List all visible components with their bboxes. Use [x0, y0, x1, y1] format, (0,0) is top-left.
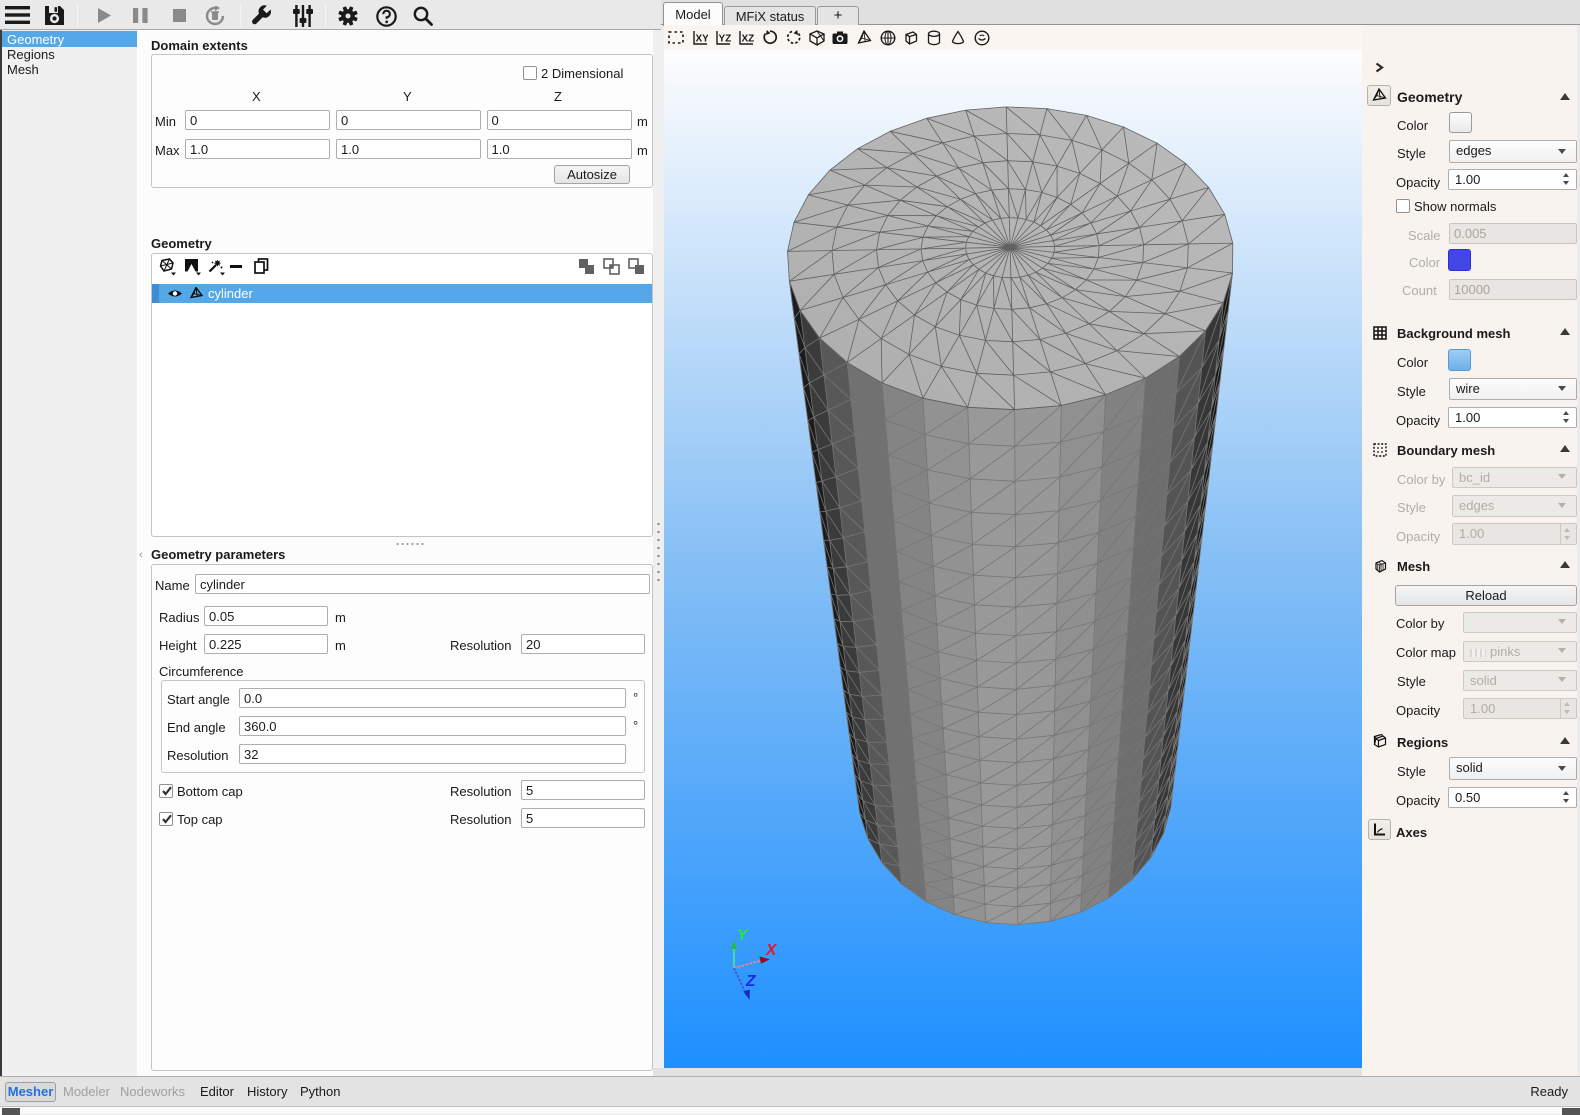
svg-text:X: X: [765, 942, 778, 959]
svg-text:XY: XY: [696, 34, 709, 45]
svg-text:Y: Y: [737, 927, 749, 944]
svg-text:YZ: YZ: [719, 34, 732, 45]
svg-text:XZ: XZ: [742, 34, 755, 45]
svg-text:Z: Z: [745, 973, 756, 990]
